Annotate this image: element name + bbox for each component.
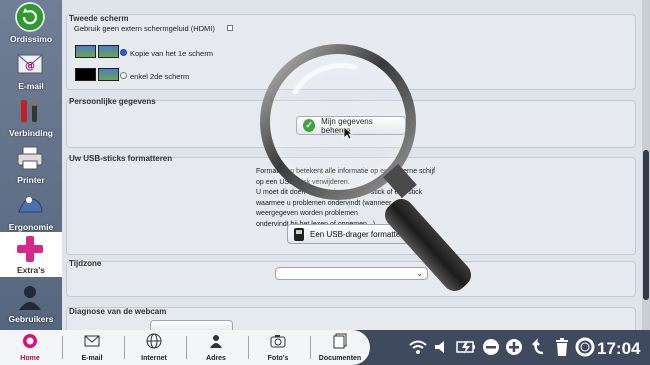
documents-icon xyxy=(333,333,347,349)
second-screen-only-radio[interactable] xyxy=(120,72,127,79)
hand-icon xyxy=(18,197,43,213)
second-screen-only-label: enkel 2de scherm xyxy=(130,72,190,81)
usb-format-description: Formatteren betekent alle informatie op … xyxy=(256,168,435,228)
manage-my-data-label: Mijn gegevens beheren xyxy=(321,116,373,135)
mouse-cursor-icon xyxy=(343,126,353,140)
taskbar-label: Foto's xyxy=(267,355,289,362)
format-usb-label: Een USB-drager formatteren xyxy=(310,229,412,239)
taskbar-email[interactable]: E-mail xyxy=(62,330,122,365)
taskbar-documents[interactable]: Documenten xyxy=(310,330,370,365)
copy-screen-label: Kopie van het 1e scherm xyxy=(130,49,213,58)
sidebar-item-email[interactable]: @ E-mail xyxy=(0,47,62,93)
sidebar-item-printer[interactable]: Printer xyxy=(0,141,62,187)
zoom-in-icon[interactable] xyxy=(504,337,524,357)
usb-stick-icon xyxy=(294,227,304,241)
user-icon xyxy=(19,286,41,310)
taskbar-label: Home xyxy=(20,355,40,362)
envelope-icon xyxy=(84,335,100,347)
taskbar-photos[interactable]: Foto's xyxy=(248,330,308,365)
envelope-at-icon: @ xyxy=(17,54,43,74)
sidebar-item-label: E-mail xyxy=(18,81,44,91)
screens-second-only-icon xyxy=(75,68,119,81)
contacts-icon xyxy=(210,335,222,348)
taskbar-label: E-mail xyxy=(81,355,103,362)
sidebar-item-label: Ordissimo xyxy=(9,34,53,44)
camera-icon xyxy=(270,335,286,348)
usb-format-title: Uw USB-sticks formatteren xyxy=(69,154,173,163)
sidebar-item-gebruikers[interactable]: Gebruikers xyxy=(0,280,62,326)
trash-icon[interactable] xyxy=(552,337,572,357)
help-lifebuoy-icon[interactable] xyxy=(575,337,595,357)
taskbar-home[interactable]: Home xyxy=(0,330,60,365)
ordissimo-logo-icon xyxy=(15,2,45,32)
second-screen-title: Tweede scherm xyxy=(69,14,129,23)
personal-data-title: Persoonlijke gegevens xyxy=(69,97,156,106)
sidebar-item-label: Extra's xyxy=(16,265,45,275)
zoom-out-icon[interactable] xyxy=(481,337,501,357)
sidebar-item-extras[interactable]: Extra's xyxy=(0,232,62,277)
clock: 17:04 xyxy=(597,339,641,358)
speaker-icon[interactable] xyxy=(431,337,451,357)
taskbar-apps: Home E-mail Internet Adres Foto's Docume… xyxy=(0,330,370,365)
timezone-select[interactable]: ⌄ xyxy=(275,267,428,280)
sidebar-item-verbinding[interactable]: Verbinding xyxy=(0,94,62,140)
sidebar: Ordissimo @ E-mail Verbinding Printer Er… xyxy=(0,0,62,330)
screens-copy-icon xyxy=(75,45,119,58)
format-usb-button[interactable]: Een USB-drager formatteren xyxy=(287,224,420,244)
no-external-sound-checkbox[interactable] xyxy=(227,25,233,31)
undo-icon[interactable] xyxy=(529,337,549,357)
sidebar-item-label: Verbinding xyxy=(9,128,53,138)
chevron-down-icon: ⌄ xyxy=(416,269,423,278)
sidebar-item-label: Ergonomie xyxy=(8,222,54,232)
tools-icon xyxy=(21,98,39,122)
checkmark-icon: ✓ xyxy=(303,119,316,132)
scroll-thumb[interactable] xyxy=(643,150,649,300)
taskbar-label: Internet xyxy=(141,355,167,362)
taskbar-label: Adres xyxy=(206,355,226,362)
globe-icon xyxy=(146,333,162,349)
no-external-sound-label: Gebruik geen extern schermgeluid (HDMI) xyxy=(74,24,215,33)
wifi-icon[interactable] xyxy=(408,337,428,357)
webcam-title: Diagnose van de webcam xyxy=(69,307,167,316)
home-icon xyxy=(23,334,37,348)
taskbar-label: Documenten xyxy=(318,355,362,362)
sidebar-item-ordissimo[interactable]: Ordissimo xyxy=(0,0,62,46)
timezone-title: Tijdzone xyxy=(69,259,102,268)
taskbar: Home E-mail Internet Adres Foto's Docume… xyxy=(0,330,650,365)
sidebar-item-ergonomie[interactable]: Ergonomie xyxy=(0,188,62,234)
svg-text:@: @ xyxy=(25,61,35,72)
plus-icon xyxy=(17,236,43,262)
printer-icon xyxy=(17,146,43,170)
sidebar-item-label: Printer xyxy=(17,175,45,185)
taskbar-internet[interactable]: Internet xyxy=(124,330,184,365)
scrollbar[interactable] xyxy=(642,0,650,330)
taskbar-adres[interactable]: Adres xyxy=(186,330,246,365)
copy-screen-radio[interactable] xyxy=(120,49,127,56)
sidebar-item-label: Gebruikers xyxy=(8,314,54,324)
battery-charging-icon[interactable] xyxy=(456,337,476,357)
